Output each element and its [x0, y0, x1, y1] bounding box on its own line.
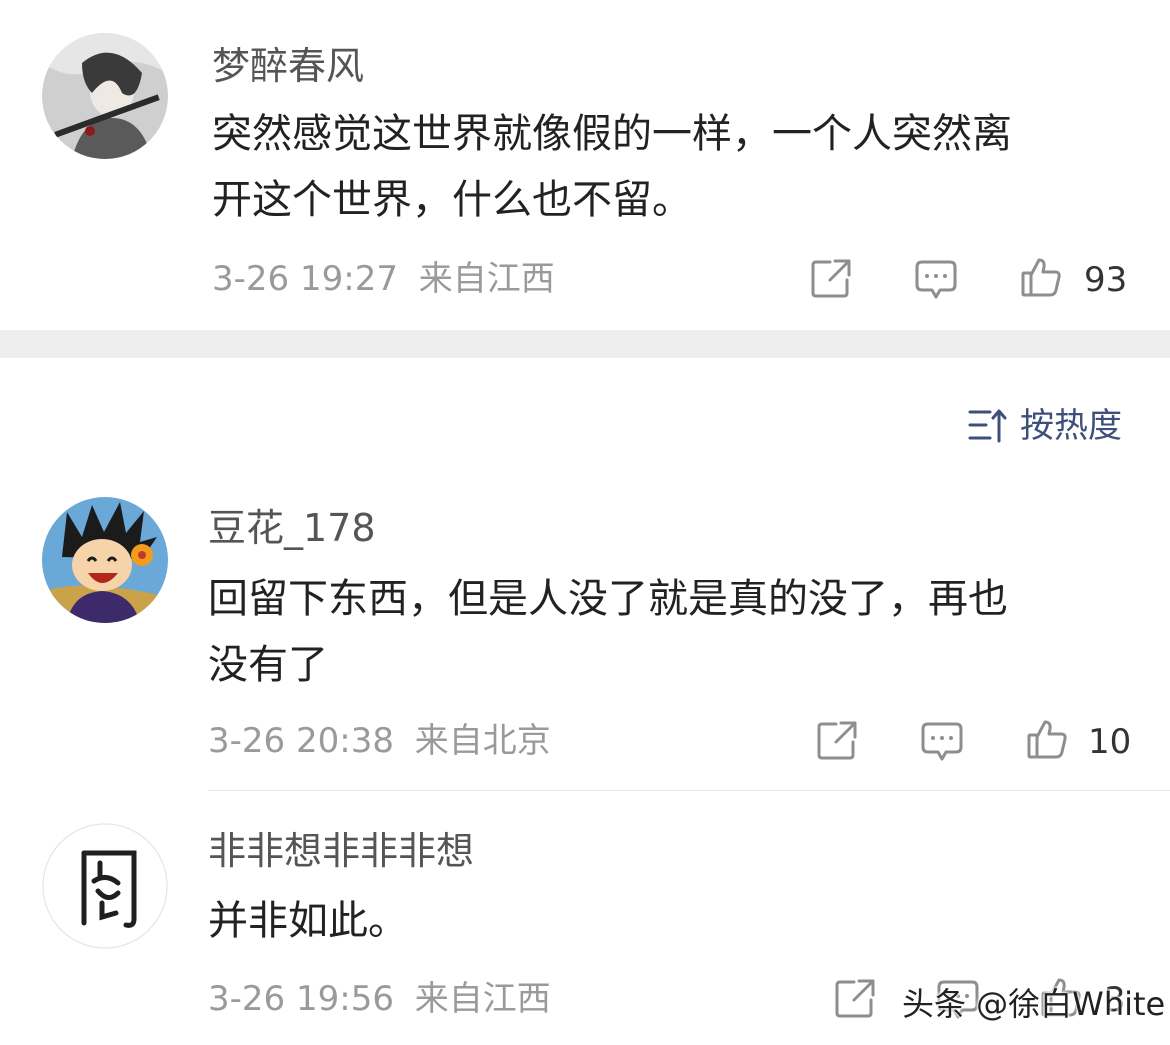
comment-content-line: 回留下东西，但是人没了就是真的没了，再也 [208, 576, 1008, 622]
comment-time: 3-26 19:27 [212, 259, 398, 299]
comment-location: 来自北京 [414, 721, 551, 761]
comment-icon[interactable] [914, 259, 958, 301]
thumbs-up-icon[interactable] [1026, 718, 1068, 760]
comment-username[interactable]: 豆花_178 [208, 509, 376, 547]
comment-time: 3-26 20:38 [208, 721, 394, 761]
like-count: 10 [1088, 722, 1132, 762]
comment-separator [208, 790, 1170, 791]
thumbs-up-icon[interactable] [1020, 256, 1062, 298]
watermark: 头条 @徐白White [902, 985, 1166, 1023]
avatar[interactable] [42, 823, 168, 949]
share-icon[interactable] [810, 258, 852, 300]
comment-username[interactable]: 梦醉春风 [212, 47, 364, 85]
comment-content-line: 没有了 [208, 642, 328, 688]
comment-content: 回留下东西，但是人没了就是真的没了，再也 没有了 [208, 566, 1108, 698]
sort-icon [968, 408, 1008, 444]
comment-username[interactable]: 非非想非非非想 [208, 832, 474, 870]
share-icon[interactable] [834, 978, 876, 1020]
comment-content: 并非如此。 [208, 888, 1108, 954]
like-count: 93 [1084, 260, 1128, 300]
comment-meta: 3-26 19:27 来自江西 [212, 262, 555, 296]
comment-time: 3-26 19:56 [208, 979, 394, 1019]
comment-content-line: 突然感觉这世界就像假的一样，一个人突然离 [212, 111, 1012, 157]
avatar[interactable] [42, 497, 168, 623]
comment-meta: 3-26 20:38 来自北京 [208, 724, 551, 758]
comment-content-line: 并非如此。 [208, 898, 408, 944]
section-divider [0, 330, 1170, 358]
comment-icon[interactable] [920, 721, 964, 763]
avatar-image [42, 823, 168, 949]
comment-location: 来自江西 [414, 979, 551, 1019]
share-icon[interactable] [816, 720, 858, 762]
comment-content: 突然感觉这世界就像假的一样，一个人突然离 开这个世界，什么也不留。 [212, 101, 1112, 233]
avatar-image [42, 33, 168, 159]
comment-location: 来自江西 [418, 259, 555, 299]
comment-content-line: 开这个世界，什么也不留。 [212, 177, 692, 223]
avatar-image [42, 497, 168, 623]
sort-by-hot-button[interactable]: 按热度 [968, 408, 1122, 444]
avatar[interactable] [42, 33, 168, 159]
sort-label: 按热度 [1020, 406, 1122, 446]
comment-meta: 3-26 19:56 来自江西 [208, 982, 551, 1016]
